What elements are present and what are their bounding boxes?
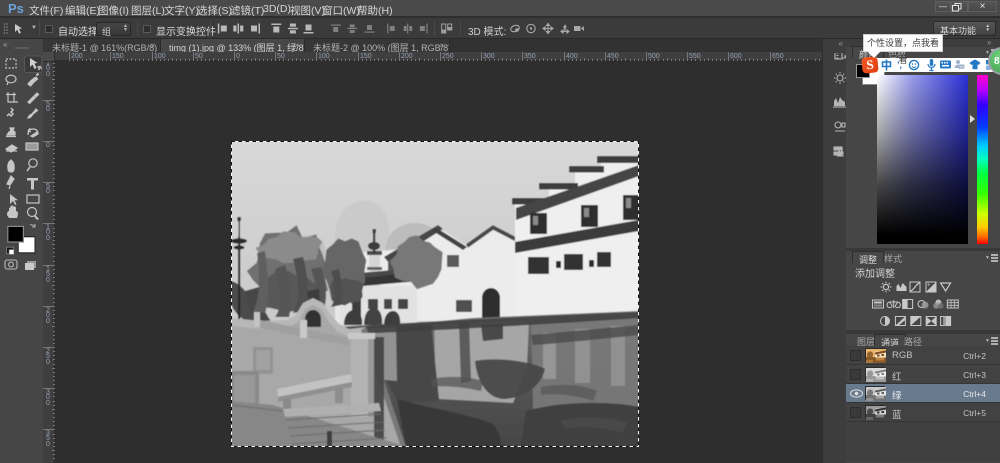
svg-text:+: +	[927, 283, 931, 289]
svg-text:101: 101	[959, 64, 966, 69]
